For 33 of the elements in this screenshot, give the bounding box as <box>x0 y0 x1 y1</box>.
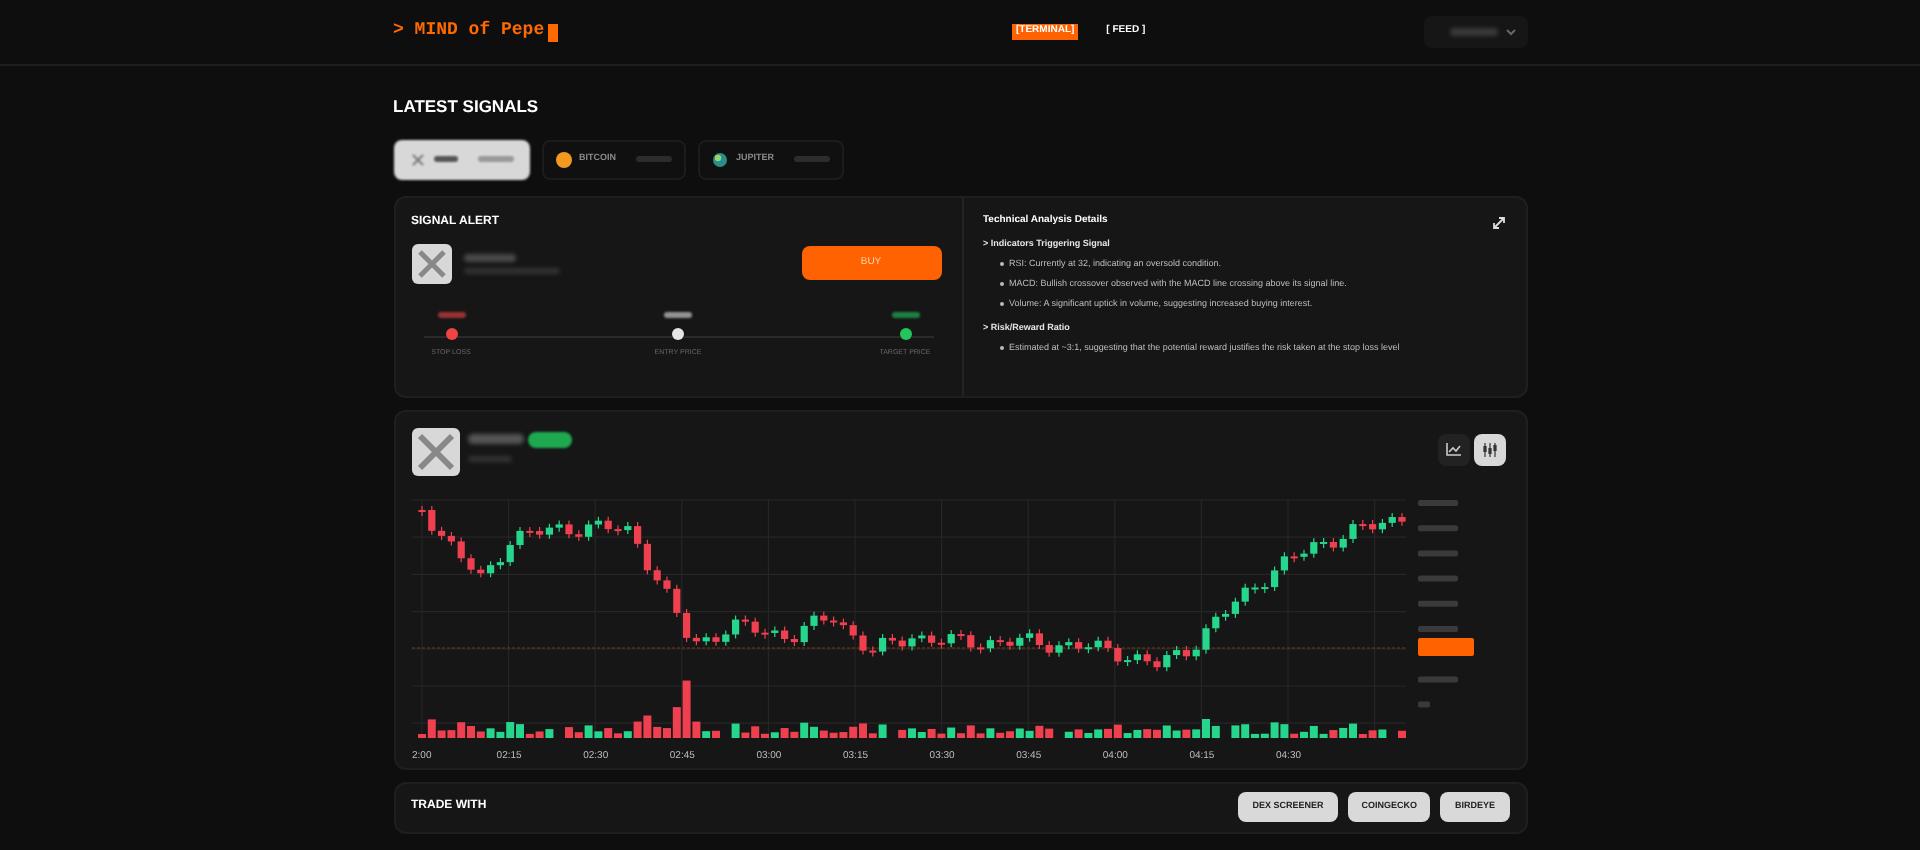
section-title: LATEST SIGNALS <box>393 94 541 120</box>
blurred-text <box>467 433 523 444</box>
expand-icon[interactable] <box>1491 215 1505 230</box>
coin-icon <box>555 151 571 168</box>
blurred-price <box>1417 575 1457 582</box>
view-toggle[interactable] <box>1437 433 1469 466</box>
token-tab[interactable] <box>393 139 529 180</box>
x-logo-icon <box>411 243 451 284</box>
blurred-text <box>664 311 692 318</box>
blurred-text <box>433 156 457 163</box>
blurred-price <box>1417 675 1457 682</box>
line-chart-icon <box>1445 442 1461 457</box>
blurred-price <box>1417 625 1457 632</box>
blurred-price <box>1417 499 1457 506</box>
logo-text: > MIND of Pepe <box>393 18 545 45</box>
blurred-price <box>1417 549 1457 556</box>
view-toggle[interactable] <box>1473 433 1505 466</box>
blurred-price <box>1417 524 1457 531</box>
blurred-text <box>891 311 919 318</box>
caret-icon <box>1505 28 1515 36</box>
blurred-text <box>477 156 513 163</box>
orb-icon <box>712 151 728 168</box>
candles-icon <box>1481 441 1497 458</box>
cursor-icon <box>548 23 559 41</box>
blurred-price <box>1417 600 1457 607</box>
blurred-price <box>1417 701 1429 708</box>
blurred-text <box>437 311 465 318</box>
x-icon <box>409 151 425 168</box>
x-logo-icon <box>411 427 459 476</box>
blurred-text <box>463 253 515 262</box>
blurred-text <box>1449 28 1497 36</box>
price-tag <box>1417 637 1473 656</box>
change-badge <box>527 431 571 448</box>
